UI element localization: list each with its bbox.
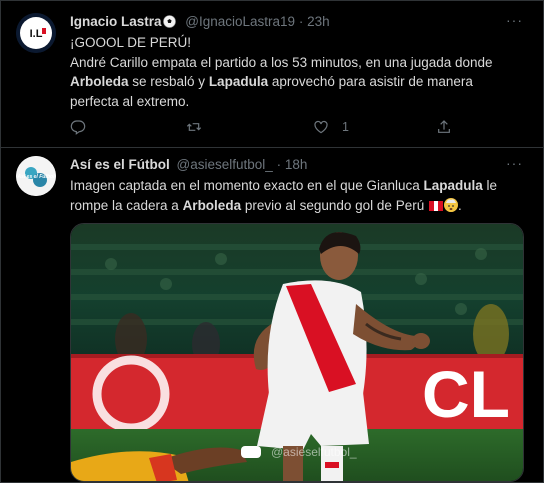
avatar[interactable]: Así es el Fútbol bbox=[16, 156, 56, 196]
tweet-text-line: perfecta al extremo. bbox=[70, 93, 190, 109]
like-count: 1 bbox=[342, 120, 349, 134]
photo-watermark: @asieselfutbol_ bbox=[271, 445, 357, 459]
share-button[interactable] bbox=[436, 117, 452, 137]
text-span: Imagen captada en el momento exacto en e… bbox=[70, 178, 424, 193]
tweet-text: ¡GOOOL DE PERÚ! André Carillo empata el … bbox=[70, 33, 535, 111]
text-span: le bbox=[482, 178, 498, 193]
like-icon bbox=[314, 120, 328, 134]
tweet-asi-es-el-futbol[interactable]: Así es el Fútbol Así es el Fútbol @asies… bbox=[1, 149, 543, 482]
mention-text: Arboleda bbox=[182, 197, 242, 213]
author-handle[interactable]: @IgnacioLastra19 bbox=[185, 14, 295, 29]
text-span: . bbox=[457, 197, 462, 213]
tweet-text-line: ¡GOOOL DE PERÚ! bbox=[70, 35, 192, 50]
text-span: se resbaló y bbox=[128, 74, 209, 89]
mention-text: Lapadula bbox=[423, 178, 483, 193]
mention-text: Arboleda bbox=[70, 74, 129, 89]
more-options-icon[interactable]: ··· bbox=[506, 12, 523, 28]
author-name[interactable]: Ignacio Lastra bbox=[70, 14, 162, 29]
tweet-text-line: Imagen captada en el momento exacto en e… bbox=[70, 176, 535, 196]
advertising-board-text: CL bbox=[422, 357, 510, 431]
tweet-text-line: André Carillo empata el partido a los 53… bbox=[70, 54, 493, 70]
timestamp[interactable]: 18h bbox=[285, 157, 308, 172]
tweet-actions: 1 bbox=[70, 117, 470, 137]
separator: · bbox=[276, 157, 282, 172]
more-options-icon[interactable]: ··· bbox=[506, 155, 523, 171]
reply-icon bbox=[70, 120, 86, 135]
tweet-text-line: Arboleda se resbaló y Lapadula aprovechó… bbox=[70, 72, 535, 92]
share-icon bbox=[438, 120, 450, 133]
text-span: aprovechó para asistir de manera bbox=[268, 74, 473, 89]
tweet-text-line: rompe la cadera a Arboleda previo al seg… bbox=[70, 196, 535, 216]
tweet-divider bbox=[1, 147, 543, 148]
avatar-logo-text: Así es el Fútbol bbox=[17, 174, 56, 180]
retweet-button[interactable] bbox=[186, 117, 202, 137]
tweet-header: Así es el Fútbol @asieselfutbol_ · 18h bbox=[70, 156, 307, 174]
tweet-text: Imagen captada en el momento exacto en e… bbox=[70, 176, 535, 215]
author-name[interactable]: Así es el Fútbol bbox=[70, 157, 170, 172]
text-span: rompe la cadera a bbox=[70, 197, 183, 213]
exploding-head-icon bbox=[443, 197, 458, 212]
separator: · bbox=[298, 14, 304, 29]
timestamp[interactable]: 23h bbox=[307, 14, 330, 29]
peru-flag-icon bbox=[428, 200, 443, 211]
tweet-ignacio-lastra[interactable]: I.L Ignacio Lastra @IgnacioLastra19 · 23… bbox=[1, 1, 543, 148]
avatar[interactable]: I.L bbox=[16, 13, 56, 53]
reply-button[interactable] bbox=[70, 117, 86, 137]
tweet-media-photo[interactable]: CL @asieselfutbol_ bbox=[70, 223, 524, 482]
text-span: previo al segundo gol de Perú bbox=[241, 197, 428, 213]
mention-text: Lapadula bbox=[208, 74, 269, 89]
soccer-ball-icon bbox=[162, 15, 176, 28]
author-handle[interactable]: @asieselfutbol_ bbox=[177, 157, 273, 172]
tweet-header: Ignacio Lastra @IgnacioLastra19 · 23h bbox=[70, 13, 330, 31]
avatar-monogram: I.L bbox=[30, 28, 43, 40]
retweet-icon bbox=[186, 123, 202, 131]
like-button[interactable]: 1 bbox=[313, 117, 349, 137]
